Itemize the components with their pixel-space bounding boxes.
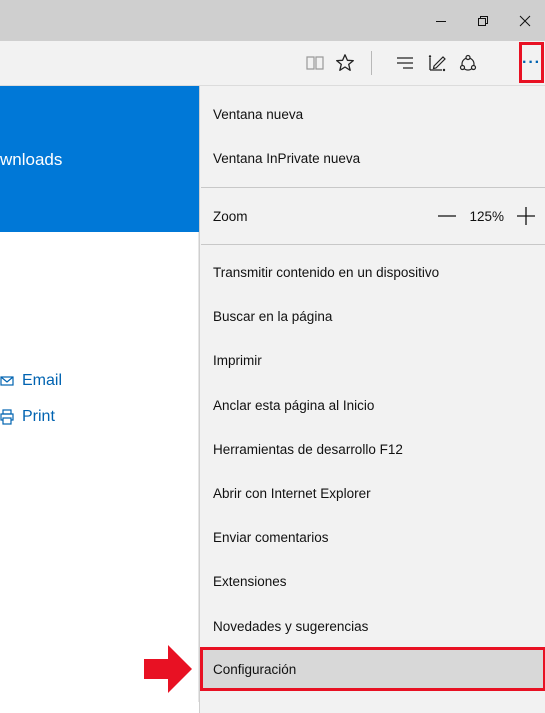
- menu-item-label: Novedades y sugerencias: [213, 618, 369, 634]
- menu-divider: [201, 244, 545, 245]
- menu-item-new-window[interactable]: Ventana nueva: [200, 92, 545, 136]
- menu-item-label: Imprimir: [213, 352, 262, 368]
- email-link[interactable]: Email: [0, 372, 62, 390]
- print-icon: [0, 409, 14, 425]
- menu-item-label: Enviar comentarios: [213, 529, 329, 545]
- menu-item-whats-new[interactable]: Novedades y sugerencias: [200, 604, 545, 648]
- banner-text: wnloads: [0, 150, 63, 169]
- email-label: Email: [22, 372, 63, 389]
- menu-item-pin[interactable]: Anclar esta página al Inicio: [200, 383, 545, 427]
- more-icon: ···: [522, 53, 541, 71]
- menu-item-label: Abrir con Internet Explorer: [213, 485, 371, 501]
- pointer-arrow-icon: [144, 645, 192, 693]
- menu-item-cast[interactable]: Transmitir contenido en un dispositivo: [200, 250, 545, 294]
- menu-item-label: Transmitir contenido en un dispositivo: [213, 264, 440, 280]
- more-actions-menu: Ventana nueva Ventana InPrivate nueva Zo…: [199, 86, 545, 713]
- favorites-star-icon[interactable]: [332, 51, 358, 75]
- menu-item-settings[interactable]: Configuración: [200, 647, 545, 691]
- page-banner: wnloads: [0, 86, 201, 232]
- menu-item-label: Extensiones: [213, 573, 287, 589]
- share-icon[interactable]: [455, 51, 481, 75]
- menu-item-label: Buscar en la página: [213, 308, 333, 324]
- menu-item-label: Configuración: [213, 661, 297, 677]
- print-link[interactable]: Print: [0, 408, 55, 426]
- zoom-control: 125%: [437, 194, 536, 238]
- zoom-out-button[interactable]: [437, 206, 457, 226]
- reading-view-icon[interactable]: [302, 51, 328, 75]
- zoom-label: Zoom: [213, 208, 248, 224]
- zoom-value: 125%: [469, 208, 504, 224]
- menu-item-open-ie[interactable]: Abrir con Internet Explorer: [200, 471, 545, 515]
- web-note-icon[interactable]: [424, 51, 450, 75]
- menu-item-print[interactable]: Imprimir: [200, 338, 545, 382]
- menu-item-find[interactable]: Buscar en la página: [200, 294, 545, 338]
- minimize-icon[interactable]: [420, 0, 462, 41]
- menu-item-devtools[interactable]: Herramientas de desarrollo F12: [200, 427, 545, 471]
- menu-item-label: Ventana InPrivate nueva: [213, 150, 361, 166]
- menu-item-new-inprivate[interactable]: Ventana InPrivate nueva: [200, 136, 545, 180]
- menu-divider: [201, 187, 545, 188]
- browser-toolbar: [0, 41, 545, 86]
- close-icon[interactable]: [504, 0, 545, 41]
- restore-icon[interactable]: [462, 0, 504, 41]
- print-label: Print: [22, 408, 55, 425]
- menu-item-zoom: Zoom 125%: [200, 194, 545, 238]
- menu-item-label: Herramientas de desarrollo F12: [213, 441, 403, 457]
- hub-icon[interactable]: [392, 51, 418, 75]
- more-actions-button[interactable]: ···: [519, 42, 544, 83]
- menu-item-label: Anclar esta página al Inicio: [213, 397, 375, 413]
- zoom-in-button[interactable]: [516, 206, 536, 226]
- menu-item-feedback[interactable]: Enviar comentarios: [200, 515, 545, 559]
- menu-item-extensions[interactable]: Extensiones: [200, 559, 545, 603]
- title-bar: [0, 0, 545, 41]
- menu-item-label: Ventana nueva: [213, 106, 304, 122]
- email-icon: [0, 375, 14, 387]
- toolbar-separator: [371, 51, 372, 75]
